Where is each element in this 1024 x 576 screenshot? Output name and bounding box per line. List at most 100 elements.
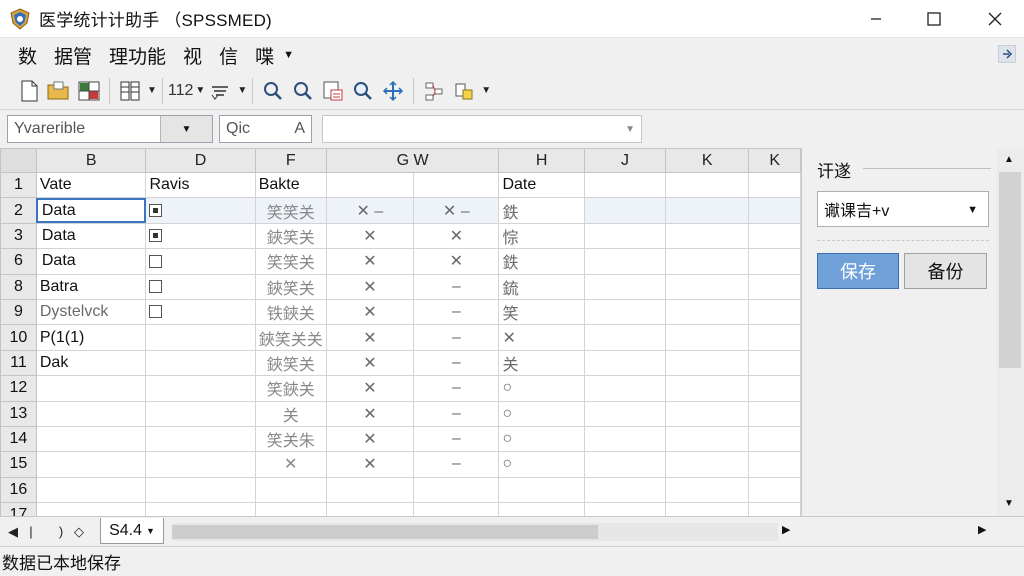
table-cell[interactable]: Data — [35, 197, 147, 224]
table-cell[interactable]: ✕ — [413, 222, 500, 250]
table-cell[interactable] — [583, 324, 667, 351]
table-cell[interactable] — [498, 476, 585, 504]
move-button[interactable] — [378, 76, 408, 106]
table-cell[interactable]: 鋏笑关关 — [254, 324, 327, 351]
table-cell[interactable]: 鋏笑关 — [254, 273, 327, 300]
table-cell[interactable]: Data — [35, 248, 147, 275]
menu-item-info[interactable]: 信 — [219, 42, 238, 69]
table-cell[interactable]: 悰 — [498, 222, 585, 250]
row-checkbox[interactable] — [149, 203, 163, 217]
table-cell[interactable] — [748, 476, 801, 504]
table-cell[interactable]: ○ — [498, 425, 585, 453]
table-cell[interactable]: Ravis — [145, 171, 256, 199]
table-cell[interactable] — [748, 197, 801, 224]
table-cell[interactable]: 笑笑关 — [254, 197, 327, 224]
table-cell[interactable] — [748, 502, 801, 516]
table-cell[interactable] — [145, 425, 256, 453]
table-cell[interactable]: – — [413, 400, 500, 427]
table-cell[interactable]: – — [413, 375, 500, 402]
table-cell[interactable]: 笑笑关 — [254, 248, 327, 275]
table-cell[interactable] — [325, 171, 415, 199]
next-sheet-icon[interactable]: ) — [52, 524, 70, 539]
table-cell[interactable] — [413, 476, 500, 504]
report-button[interactable] — [318, 76, 348, 106]
table-cell[interactable]: 笑鋏关 — [254, 375, 327, 402]
column-header[interactable]: G W — [325, 148, 500, 173]
table-cell[interactable] — [413, 502, 500, 516]
table-cell[interactable] — [665, 248, 750, 275]
table-cell[interactable] — [748, 425, 801, 453]
chevron-down-icon[interactable]: ▼ — [146, 526, 155, 536]
table-cell[interactable] — [665, 375, 750, 402]
zoom-button[interactable] — [348, 76, 378, 106]
table-cell[interactable] — [583, 298, 667, 326]
table-cell[interactable]: 笑关朱 — [254, 425, 327, 453]
table-cell[interactable]: 关 — [498, 349, 585, 377]
table-cell[interactable]: 笑 — [498, 298, 585, 326]
row-header[interactable]: 10 — [0, 324, 37, 351]
row-header[interactable]: 8 — [0, 273, 37, 300]
pin-panel-button[interactable] — [998, 45, 1016, 63]
row-checkbox[interactable] — [149, 280, 163, 294]
horizontal-scrollbar[interactable] — [172, 523, 778, 541]
number-format-label[interactable]: 112 — [168, 82, 194, 100]
table-cell[interactable] — [583, 248, 667, 275]
table-cell[interactable] — [35, 400, 147, 427]
menu-item-more[interactable]: 喋 — [255, 42, 274, 69]
row-header[interactable]: 3 — [0, 222, 37, 250]
find-next-button[interactable] — [288, 76, 318, 106]
table-cell[interactable] — [413, 171, 500, 199]
table-cell[interactable] — [35, 375, 147, 402]
table-cell[interactable]: – — [413, 324, 500, 351]
scrollbar-thumb[interactable] — [999, 172, 1021, 368]
table-cell[interactable] — [665, 400, 750, 427]
table-cell[interactable] — [35, 451, 147, 478]
table-cell[interactable] — [583, 171, 667, 199]
table-cell[interactable]: ✕ — [325, 451, 415, 478]
table-cell[interactable]: 鉄 — [498, 197, 585, 224]
add-sheet-icon[interactable]: ◇ — [70, 524, 88, 540]
table-cell[interactable]: – — [413, 425, 500, 453]
table-cell[interactable]: 关 — [254, 400, 327, 427]
table-cell[interactable] — [748, 451, 801, 478]
table-cell[interactable] — [748, 171, 801, 199]
table-cell[interactable] — [145, 476, 256, 504]
menu-item-manage[interactable]: 据管 — [54, 42, 92, 69]
table-cell[interactable] — [748, 222, 801, 250]
table-cell[interactable]: ✕ – — [325, 197, 415, 224]
table-cell[interactable]: – — [413, 349, 500, 377]
scrollbar-thumb[interactable] — [172, 525, 598, 539]
column-header[interactable]: K — [748, 148, 801, 173]
row-header[interactable]: 12 — [0, 375, 37, 402]
row-header[interactable]: 13 — [0, 400, 37, 427]
chevron-down-icon[interactable]: ▼ — [967, 204, 978, 216]
scroll-right-icon[interactable]: ▶ — [978, 523, 986, 536]
formula-input[interactable]: ▼ — [322, 115, 642, 143]
table-cell[interactable] — [583, 375, 667, 402]
table-cell[interactable] — [665, 349, 750, 377]
table-cell[interactable] — [583, 425, 667, 453]
row-header[interactable]: 2 — [0, 197, 37, 224]
table-cell[interactable]: Bakte — [254, 171, 327, 199]
table-cell[interactable]: 鋏笑关 — [254, 222, 327, 250]
table-cell[interactable]: Vate — [35, 171, 147, 199]
table-cell[interactable]: ✕ — [325, 273, 415, 300]
chevron-down-icon[interactable]: ▼ — [625, 124, 635, 135]
sheet-tab-active[interactable]: S4.4 ▼ — [100, 518, 164, 544]
table-cell[interactable] — [583, 476, 667, 504]
table-cell[interactable] — [325, 502, 415, 516]
table-cell[interactable]: ✕ — [325, 298, 415, 326]
table-cell[interactable] — [665, 502, 750, 516]
chevron-down-icon[interactable]: ▼ — [237, 85, 247, 96]
table-cell[interactable]: ○ — [498, 451, 585, 478]
column-header[interactable]: J — [583, 148, 667, 173]
chevron-down-icon[interactable]: ▼ — [195, 85, 205, 96]
table-cell[interactable] — [35, 476, 147, 504]
table-cell[interactable] — [498, 502, 585, 516]
menu-item-functions[interactable]: 理功能 — [109, 42, 166, 69]
table-cell[interactable]: ✕ — [325, 248, 415, 275]
row-header[interactable]: 6 — [0, 248, 37, 275]
column-header[interactable]: H — [498, 148, 585, 173]
table-cell[interactable] — [665, 451, 750, 478]
network-button[interactable] — [419, 76, 449, 106]
